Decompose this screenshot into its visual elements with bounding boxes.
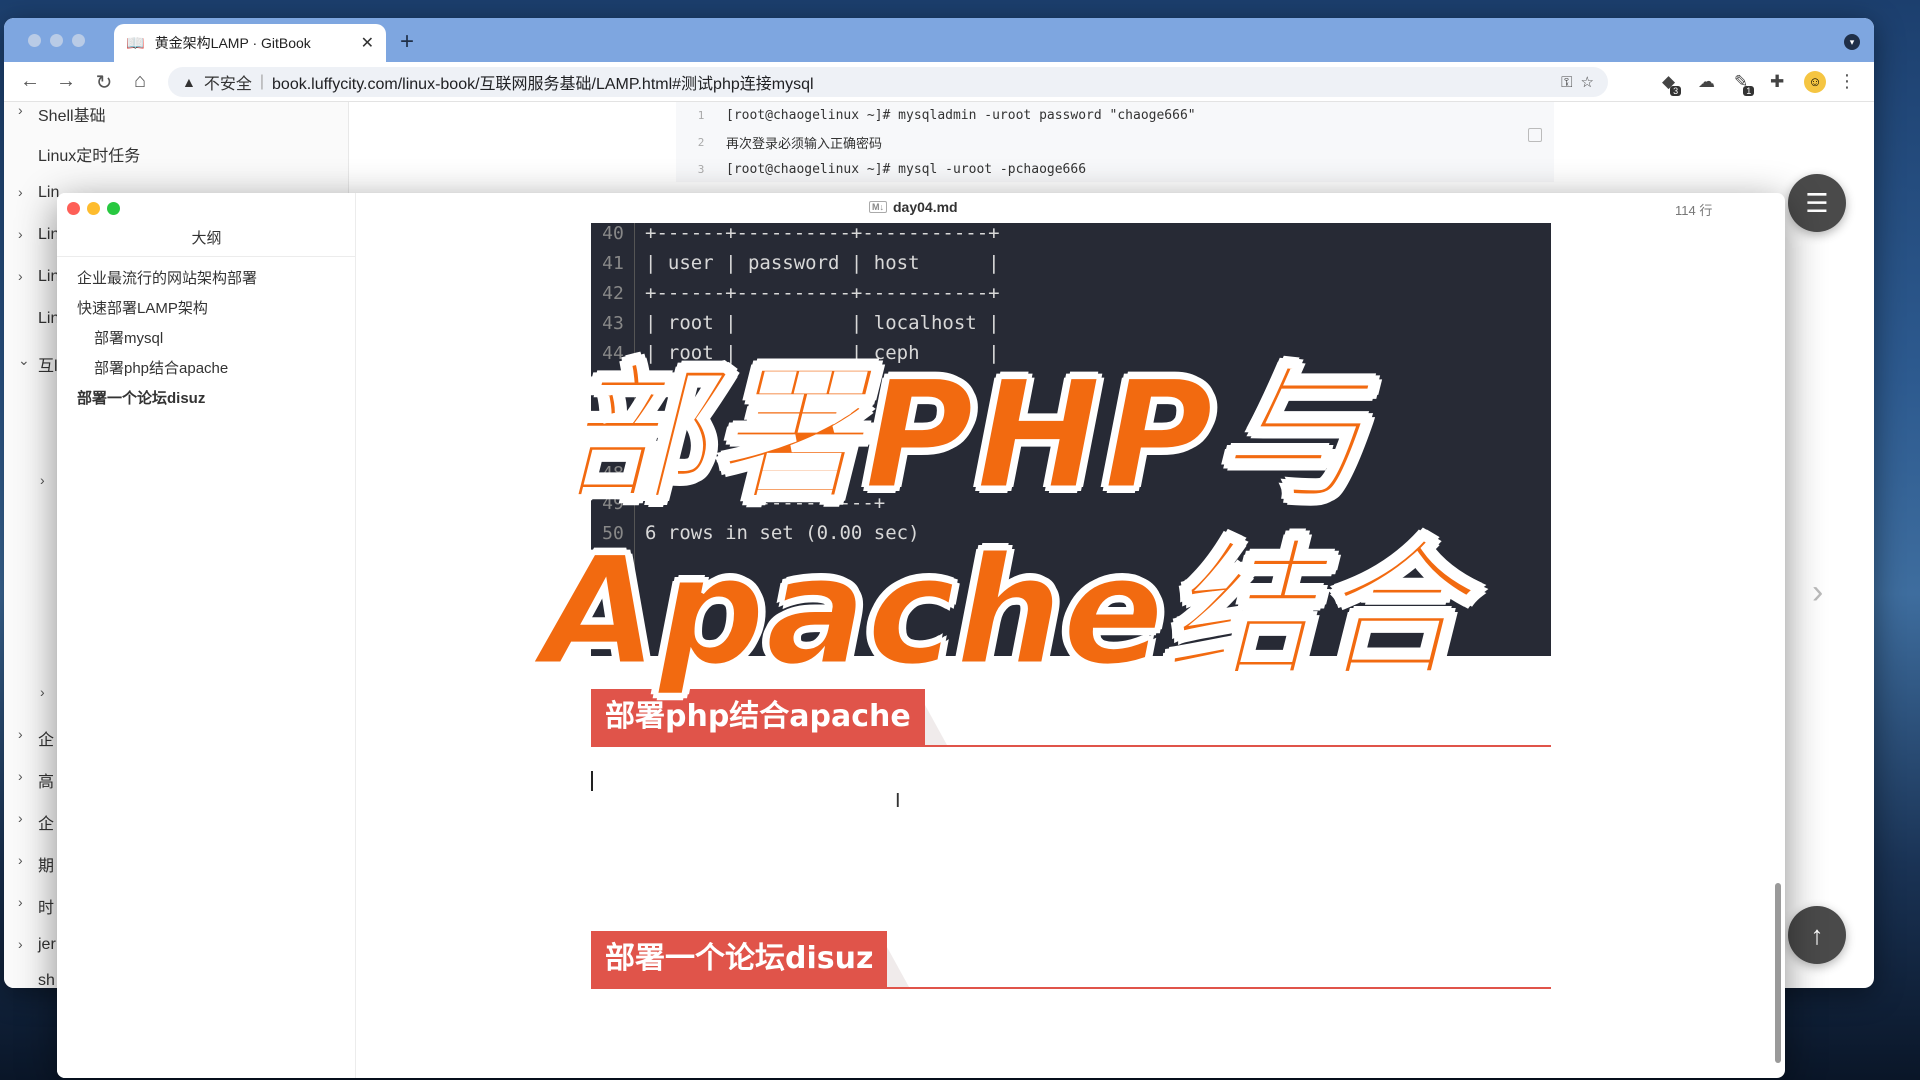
address-separator: | bbox=[259, 73, 265, 90]
outline-item-active[interactable]: 部署一个论坛disuz bbox=[77, 387, 205, 408]
scrollbar-thumb[interactable] bbox=[1775, 883, 1781, 1063]
heading-rule bbox=[591, 987, 1551, 989]
terminal-code-block[interactable]: 40 +------+----------+-----------+ 41 | us… bbox=[591, 222, 1551, 656]
chevron-right-icon[interactable]: › bbox=[18, 726, 23, 742]
chevron-right-icon[interactable]: › bbox=[40, 684, 45, 700]
code-line: 43 | root | | localhost | bbox=[602, 312, 1000, 334]
sidebar-item[interactable]: 期 bbox=[38, 852, 54, 876]
url-text[interactable]: book.luffycity.com/linux-book/互联网服务基础/LA… bbox=[272, 70, 1553, 94]
sidebar-item[interactable]: 时 bbox=[38, 894, 54, 918]
code-line: 42 +------+----------+-----------+ bbox=[602, 282, 1000, 304]
tab-search-icon[interactable]: ▾ bbox=[1844, 34, 1860, 50]
chevron-right-icon[interactable]: › bbox=[18, 852, 23, 868]
chevron-right-icon[interactable]: › bbox=[18, 768, 23, 784]
sidebar-item[interactable]: sh bbox=[38, 972, 55, 988]
window-zoom-light[interactable] bbox=[72, 34, 85, 47]
gitbook-code-block: 1 [root@chaogelinux ~]# mysqladmin -uroot… bbox=[676, 102, 1554, 182]
scroll-top-arrow-icon[interactable]: ↑ bbox=[1788, 906, 1846, 964]
heading-disuz: 部署一个论坛disuz bbox=[591, 931, 910, 987]
sidebar-item[interactable]: 互l bbox=[38, 352, 58, 376]
code-line: 48 bbox=[602, 462, 624, 484]
browser-toolbar: ← → ↻ ⌂ ▲ 不安全 | book.luffycity.com/linux… bbox=[4, 62, 1874, 102]
extension-icon-2[interactable]: ☁ bbox=[1698, 72, 1715, 92]
sidebar-item[interactable]: Linux定时任务 bbox=[38, 142, 140, 166]
book-icon: 📖 bbox=[126, 35, 145, 52]
chevron-right-icon[interactable]: › bbox=[18, 184, 23, 200]
code-line: 2 再次登录必须输入正确密码 bbox=[697, 136, 883, 152]
window-minimize-light[interactable] bbox=[87, 202, 100, 215]
text-caret bbox=[591, 771, 593, 791]
home-icon[interactable]: ⌂ bbox=[128, 70, 152, 93]
outline-item[interactable]: 部署mysql bbox=[94, 327, 163, 348]
chevron-right-icon[interactable]: › bbox=[18, 894, 23, 910]
heading-label: 部署php结合apache bbox=[591, 689, 925, 745]
heading-ribbon-tail bbox=[887, 947, 910, 987]
code-line: 40 +------+----------+-----------+ bbox=[602, 222, 1000, 244]
document-title: M↓ day04.md bbox=[869, 199, 958, 215]
sidebar-item[interactable]: 企 bbox=[38, 726, 54, 750]
chevron-right-icon[interactable]: › bbox=[18, 226, 23, 242]
code-line: 41 | user | password | host | bbox=[602, 252, 1000, 274]
next-page-chevron-icon[interactable]: › bbox=[1812, 573, 1823, 612]
code-line: 3 [root@chaogelinux ~]# mysql -uroot -pch… bbox=[697, 162, 1087, 177]
chevron-right-icon[interactable]: › bbox=[40, 472, 45, 488]
menu-kebab-icon[interactable]: ⋮ bbox=[1838, 71, 1856, 92]
ibeam-cursor-icon: I bbox=[895, 790, 901, 812]
chevron-right-icon[interactable]: › bbox=[18, 102, 23, 118]
outline-item[interactable]: 企业最流行的网站架构部署 bbox=[77, 267, 257, 288]
code-line: 50 6 rows in set (0.00 sec) bbox=[602, 522, 920, 544]
sidebar-item[interactable]: 高 bbox=[38, 768, 54, 792]
line-count: 114 行 bbox=[1675, 203, 1713, 218]
warning-icon: ▲ bbox=[182, 74, 196, 90]
profile-avatar[interactable]: ☺ bbox=[1804, 71, 1826, 93]
code-line: 46 bbox=[602, 402, 624, 424]
window-minimize-light[interactable] bbox=[50, 34, 63, 47]
insecure-label: 不安全 bbox=[203, 76, 252, 93]
reload-icon[interactable]: ↻ bbox=[92, 70, 116, 95]
typora-window: 大纲 企业最流行的网站架构部署 快速部署LAMP架构 部署mysql 部署php… bbox=[57, 193, 1785, 1078]
new-tab-button[interactable]: + bbox=[400, 28, 414, 56]
heading-ribbon-tail bbox=[924, 705, 947, 745]
bookmark-star-icon[interactable]: ☆ bbox=[1581, 73, 1594, 91]
tab-gitbook[interactable]: 📖 黄金架构LAMP · GitBook ✕ bbox=[114, 24, 386, 62]
sidebar-item[interactable]: Shell基础 bbox=[38, 102, 106, 126]
heading-rule bbox=[591, 745, 1551, 747]
chevron-right-icon[interactable]: › bbox=[18, 810, 23, 826]
extensions-puzzle-icon[interactable]: ✚ bbox=[1770, 72, 1784, 92]
chevron-right-icon[interactable]: › bbox=[18, 936, 23, 952]
copy-icon[interactable] bbox=[1528, 128, 1542, 142]
code-line: 47 bbox=[602, 432, 624, 454]
extension-icon-3[interactable]: ✎ 1 bbox=[1734, 72, 1755, 96]
heading-php-apache: 部署php结合apache bbox=[591, 689, 947, 745]
window-close-light[interactable] bbox=[67, 202, 80, 215]
forward-icon[interactable]: → bbox=[54, 70, 78, 93]
outline-item[interactable]: 快速部署LAMP架构 bbox=[77, 297, 208, 318]
outline-item[interactable]: 部署php结合apache bbox=[94, 357, 228, 378]
key-icon[interactable]: ⚿ bbox=[1561, 74, 1572, 91]
code-line: 49 -----------+ bbox=[602, 492, 886, 514]
outline-divider bbox=[57, 256, 356, 257]
tab-title: 黄金架构LAMP · GitBook bbox=[154, 35, 311, 51]
heading-label: 部署一个论坛disuz bbox=[591, 931, 888, 987]
markdown-file-icon: M↓ bbox=[869, 201, 887, 213]
back-icon[interactable]: ← bbox=[18, 70, 42, 93]
code-line: 1 [root@chaogelinux ~]# mysqladmin -uroot… bbox=[697, 108, 1196, 123]
sidebar-item[interactable]: 企 bbox=[38, 810, 54, 834]
sidebar-item[interactable]: jer bbox=[38, 936, 56, 954]
extension-icon-1[interactable]: ◆ 3 bbox=[1662, 72, 1682, 96]
close-tab-icon[interactable]: ✕ bbox=[361, 33, 374, 53]
address-bar[interactable]: ▲ 不安全 | book.luffycity.com/linux-book/互联… bbox=[168, 67, 1608, 97]
window-zoom-light[interactable] bbox=[107, 202, 120, 215]
chevron-down-icon[interactable]: ⌄ bbox=[18, 352, 30, 369]
menu-hamburger-icon[interactable]: ☰ bbox=[1788, 174, 1846, 232]
window-close-light[interactable] bbox=[28, 34, 41, 47]
code-line: 45 bbox=[602, 372, 624, 394]
outline-panel: 大纲 企业最流行的网站架构部署 快速部署LAMP架构 部署mysql 部署php… bbox=[57, 193, 356, 1078]
tab-bar: 📖 黄金架构LAMP · GitBook ✕ + ▾ bbox=[4, 18, 1874, 62]
chevron-right-icon[interactable]: › bbox=[18, 268, 23, 284]
outline-title: 大纲 bbox=[191, 230, 222, 247]
code-line: 44 | root | | ceph | bbox=[602, 342, 1000, 364]
